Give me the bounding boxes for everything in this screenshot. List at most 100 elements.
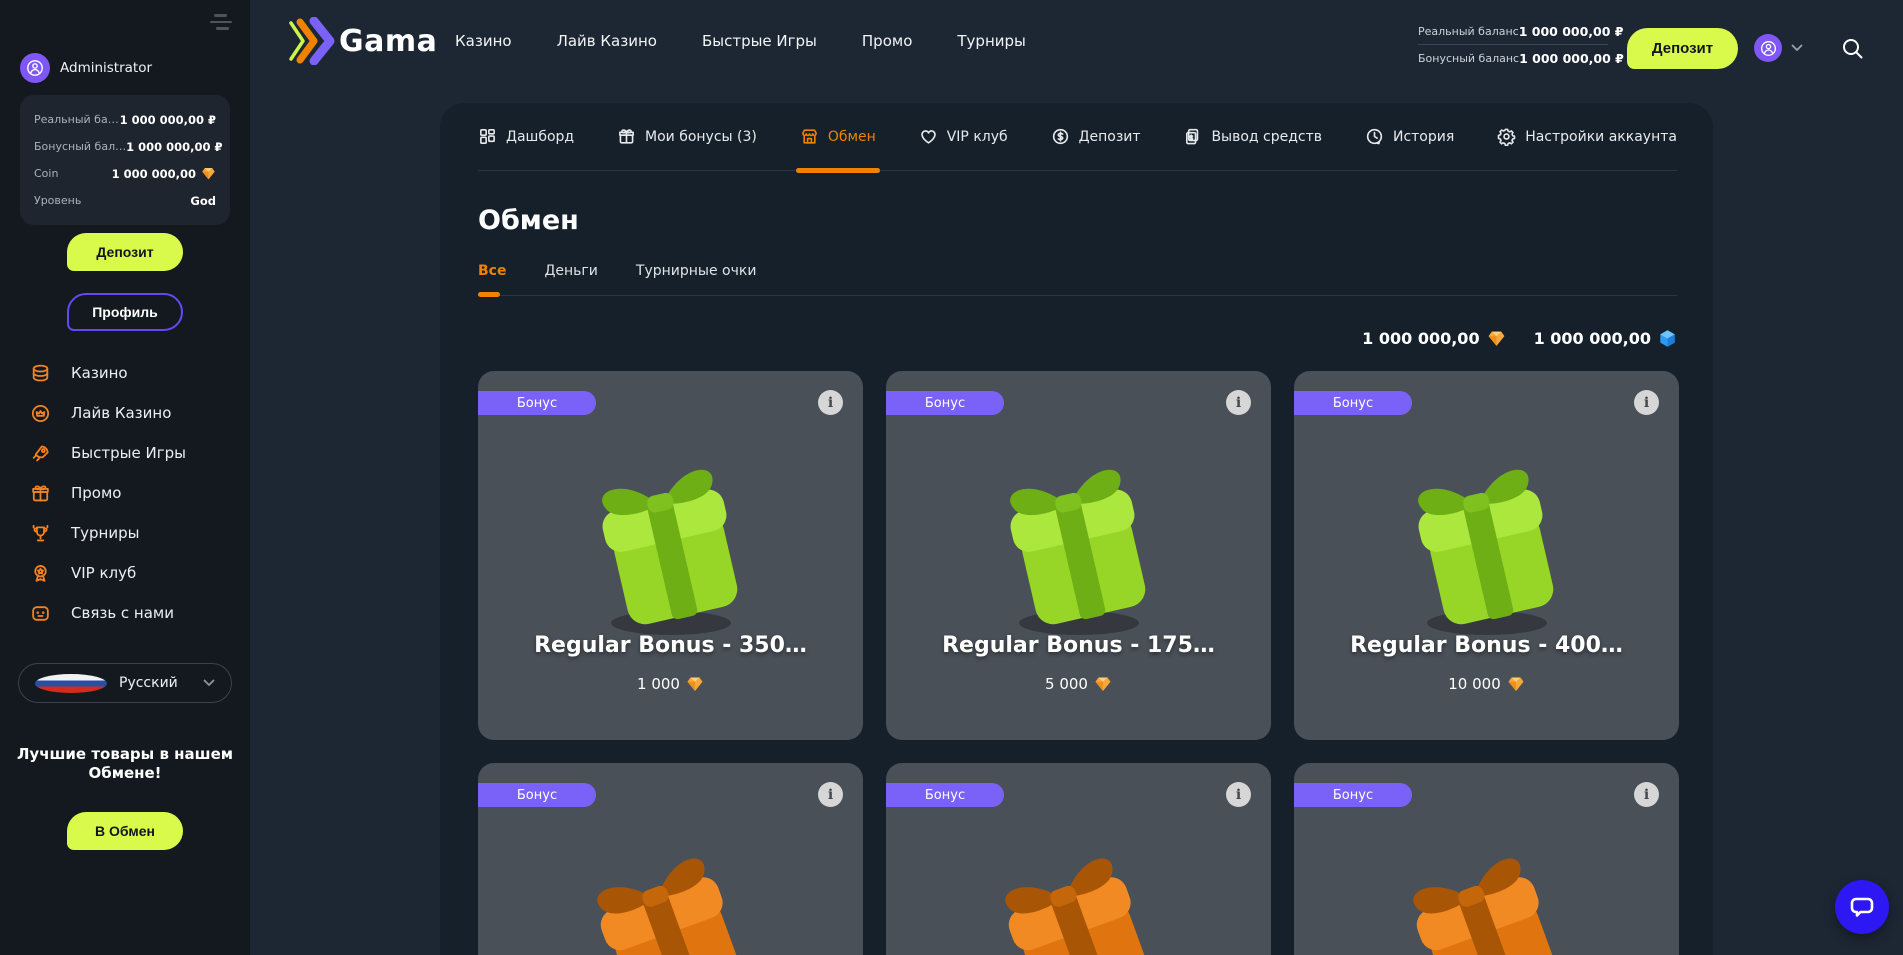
sidebar-user[interactable]: Administrator <box>20 53 152 83</box>
real-balance-row: Реальный ба… 1 000 000,00 ₽ <box>34 106 216 133</box>
sidebar-item-quick-games[interactable]: Быстрые Игры <box>0 433 250 473</box>
tab-exchange[interactable]: Обмен <box>800 103 876 171</box>
gem-orange-icon <box>1094 675 1112 693</box>
gift-box-orange-image <box>560 830 782 955</box>
gem-orange-icon <box>201 166 216 181</box>
info-icon[interactable]: i <box>1634 782 1659 807</box>
tab-my-bonuses[interactable]: Мои бонусы (3) <box>617 103 757 171</box>
shop-icon <box>800 127 819 146</box>
sidebar-item-tournaments[interactable]: Турниры <box>0 513 250 553</box>
vip-badge-icon <box>30 563 51 584</box>
coin-label: Coin <box>34 167 58 180</box>
topbar-real-balance-row: Реальный баланс 1 000 000,00 ₽ <box>1418 20 1608 42</box>
info-icon[interactable]: i <box>1634 390 1659 415</box>
bonus-badge: Бонус <box>478 391 596 415</box>
bonus-card[interactable]: Бонус i Regular Bonus - 350… 1 000 <box>478 371 863 740</box>
bonus-balance-row: Бонусный бал… 1 000 000,00 ₽ <box>34 133 216 160</box>
account-menu[interactable] <box>1754 34 1803 62</box>
sidebar-item-live-casino[interactable]: Лайв Казино <box>0 393 250 433</box>
topbar-bonus-balance-label: Бонусный баланс <box>1418 52 1519 65</box>
page-title: Обмен <box>478 205 579 236</box>
tab-dashboard[interactable]: Дашборд <box>478 103 574 171</box>
bonus-title: Regular Bonus - 175… <box>886 633 1271 658</box>
sidebar-deposit-button[interactable]: Депозит <box>67 233 183 271</box>
sidebar-menu: Казино Лайв Казино Быстрые Игры Промо Ту… <box>0 353 250 633</box>
nav-item-tournaments[interactable]: Турниры <box>957 32 1025 50</box>
coin-icon <box>1051 127 1070 146</box>
bonus-title: Regular Bonus - 350… <box>478 633 863 658</box>
tab-deposit[interactable]: Депозит <box>1051 103 1141 171</box>
gem-blue-icon <box>1658 329 1677 348</box>
logo-text: Gama <box>339 24 437 59</box>
sidebar-exchange-button[interactable]: В Обмен <box>67 812 183 850</box>
bonus-badge: Бонус <box>1294 391 1412 415</box>
sidebar-promo-text: Лучшие товары в нашем Обмене! <box>10 745 240 783</box>
tab-history[interactable]: История <box>1365 103 1454 171</box>
nav-item-casino[interactable]: Казино <box>455 32 512 50</box>
info-icon[interactable]: i <box>1226 782 1251 807</box>
chevron-down-icon <box>203 679 215 687</box>
chat-widget-button[interactable] <box>1835 880 1889 934</box>
nav-item-promo[interactable]: Промо <box>862 32 912 50</box>
top-navigation: Казино Лайв Казино Быстрые Игры Промо Ту… <box>455 0 1026 82</box>
bonus-card[interactable]: Бонус i Regular Bonus - 400… 10 000 <box>1294 371 1679 740</box>
bonus-card[interactable]: Бонус i <box>1294 763 1679 955</box>
topbar-balances: Реальный баланс 1 000 000,00 ₽ Бонусный … <box>1418 20 1608 69</box>
nav-item-live-casino[interactable]: Лайв Казино <box>557 32 657 50</box>
language-selector[interactable]: Русский <box>18 663 232 703</box>
hamburger-menu-icon[interactable] <box>210 14 234 34</box>
live-casino-icon <box>30 403 51 424</box>
filter-all[interactable]: Все <box>478 263 506 279</box>
heart-icon <box>919 127 938 146</box>
sidebar-item-promo[interactable]: Промо <box>0 473 250 513</box>
bonus-balance-value: 1 000 000,00 ₽ <box>126 140 222 154</box>
points-balance: 1 000 000,00 <box>1534 329 1677 348</box>
info-icon[interactable]: i <box>818 390 843 415</box>
account-panel: Дашборд Мои бонусы (3) Обмен VIP клуб Де… <box>440 103 1713 955</box>
sidebar-item-casino[interactable]: Казино <box>0 353 250 393</box>
coin-balance: 1 000 000,00 <box>1362 329 1505 348</box>
rocket-icon <box>30 443 51 464</box>
search-icon[interactable] <box>1841 37 1864 60</box>
gama-logo[interactable]: Gama <box>287 17 437 65</box>
gem-orange-icon <box>1507 675 1525 693</box>
filter-tournament-points[interactable]: Турнирные очки <box>636 263 757 279</box>
bonus-card[interactable]: Бонус i <box>886 763 1271 955</box>
tab-vip-club[interactable]: VIP клуб <box>919 103 1008 171</box>
coin-balance-row: Coin 1 000 000,00 <box>34 160 216 187</box>
exchange-filters: Все Деньги Турнирные очки <box>478 263 1677 296</box>
user-avatar-icon <box>20 53 50 83</box>
account-avatar-icon <box>1754 34 1782 62</box>
sidebar-item-contact-us[interactable]: Связь с нами <box>0 593 250 633</box>
sidebar-profile-button[interactable]: Профиль <box>67 293 183 331</box>
sidebar-item-vip-club[interactable]: VIP клуб <box>0 553 250 593</box>
coins-icon <box>30 363 51 384</box>
topbar-real-balance-label: Реальный баланс <box>1418 25 1519 38</box>
chat-bubble-icon <box>1849 894 1875 920</box>
history-icon <box>1365 127 1384 146</box>
bonus-card[interactable]: Бонус i <box>478 763 863 955</box>
gift-box-orange-image <box>1376 830 1598 955</box>
bonus-title: Regular Bonus - 400… <box>1294 633 1679 658</box>
gem-orange-icon <box>686 675 704 693</box>
withdraw-icon <box>1183 127 1202 146</box>
info-icon[interactable]: i <box>1226 390 1251 415</box>
tab-withdraw[interactable]: Вывод средств <box>1183 103 1322 171</box>
topbar: Gama Казино Лайв Казино Быстрые Игры Про… <box>250 0 1903 96</box>
nav-item-quick-games[interactable]: Быстрые Игры <box>702 32 817 50</box>
exchange-balances: 1 000 000,00 1 000 000,00 <box>1362 329 1677 348</box>
tab-account-settings[interactable]: Настройки аккаунта <box>1497 103 1677 171</box>
filter-money[interactable]: Деньги <box>544 263 597 279</box>
bonus-card[interactable]: Бонус i Regular Bonus - 175… 5 000 <box>886 371 1271 740</box>
gama-logo-icon <box>287 17 337 65</box>
settings-icon <box>1497 127 1516 146</box>
gift-icon <box>617 127 636 146</box>
bonus-cards-grid: Бонус i Regular Bonus - 350… 1 000 Бонус… <box>478 371 1679 955</box>
gift-box-green-image <box>571 449 771 639</box>
russia-flag-icon <box>35 674 107 693</box>
topbar-bonus-balance-row: Бонусный баланс 1 000 000,00 ₽ <box>1418 47 1608 69</box>
topbar-real-balance-value: 1 000 000,00 ₽ <box>1519 24 1624 39</box>
info-icon[interactable]: i <box>818 782 843 807</box>
gem-orange-icon <box>1487 329 1506 348</box>
topbar-deposit-button[interactable]: Депозит <box>1627 28 1738 69</box>
